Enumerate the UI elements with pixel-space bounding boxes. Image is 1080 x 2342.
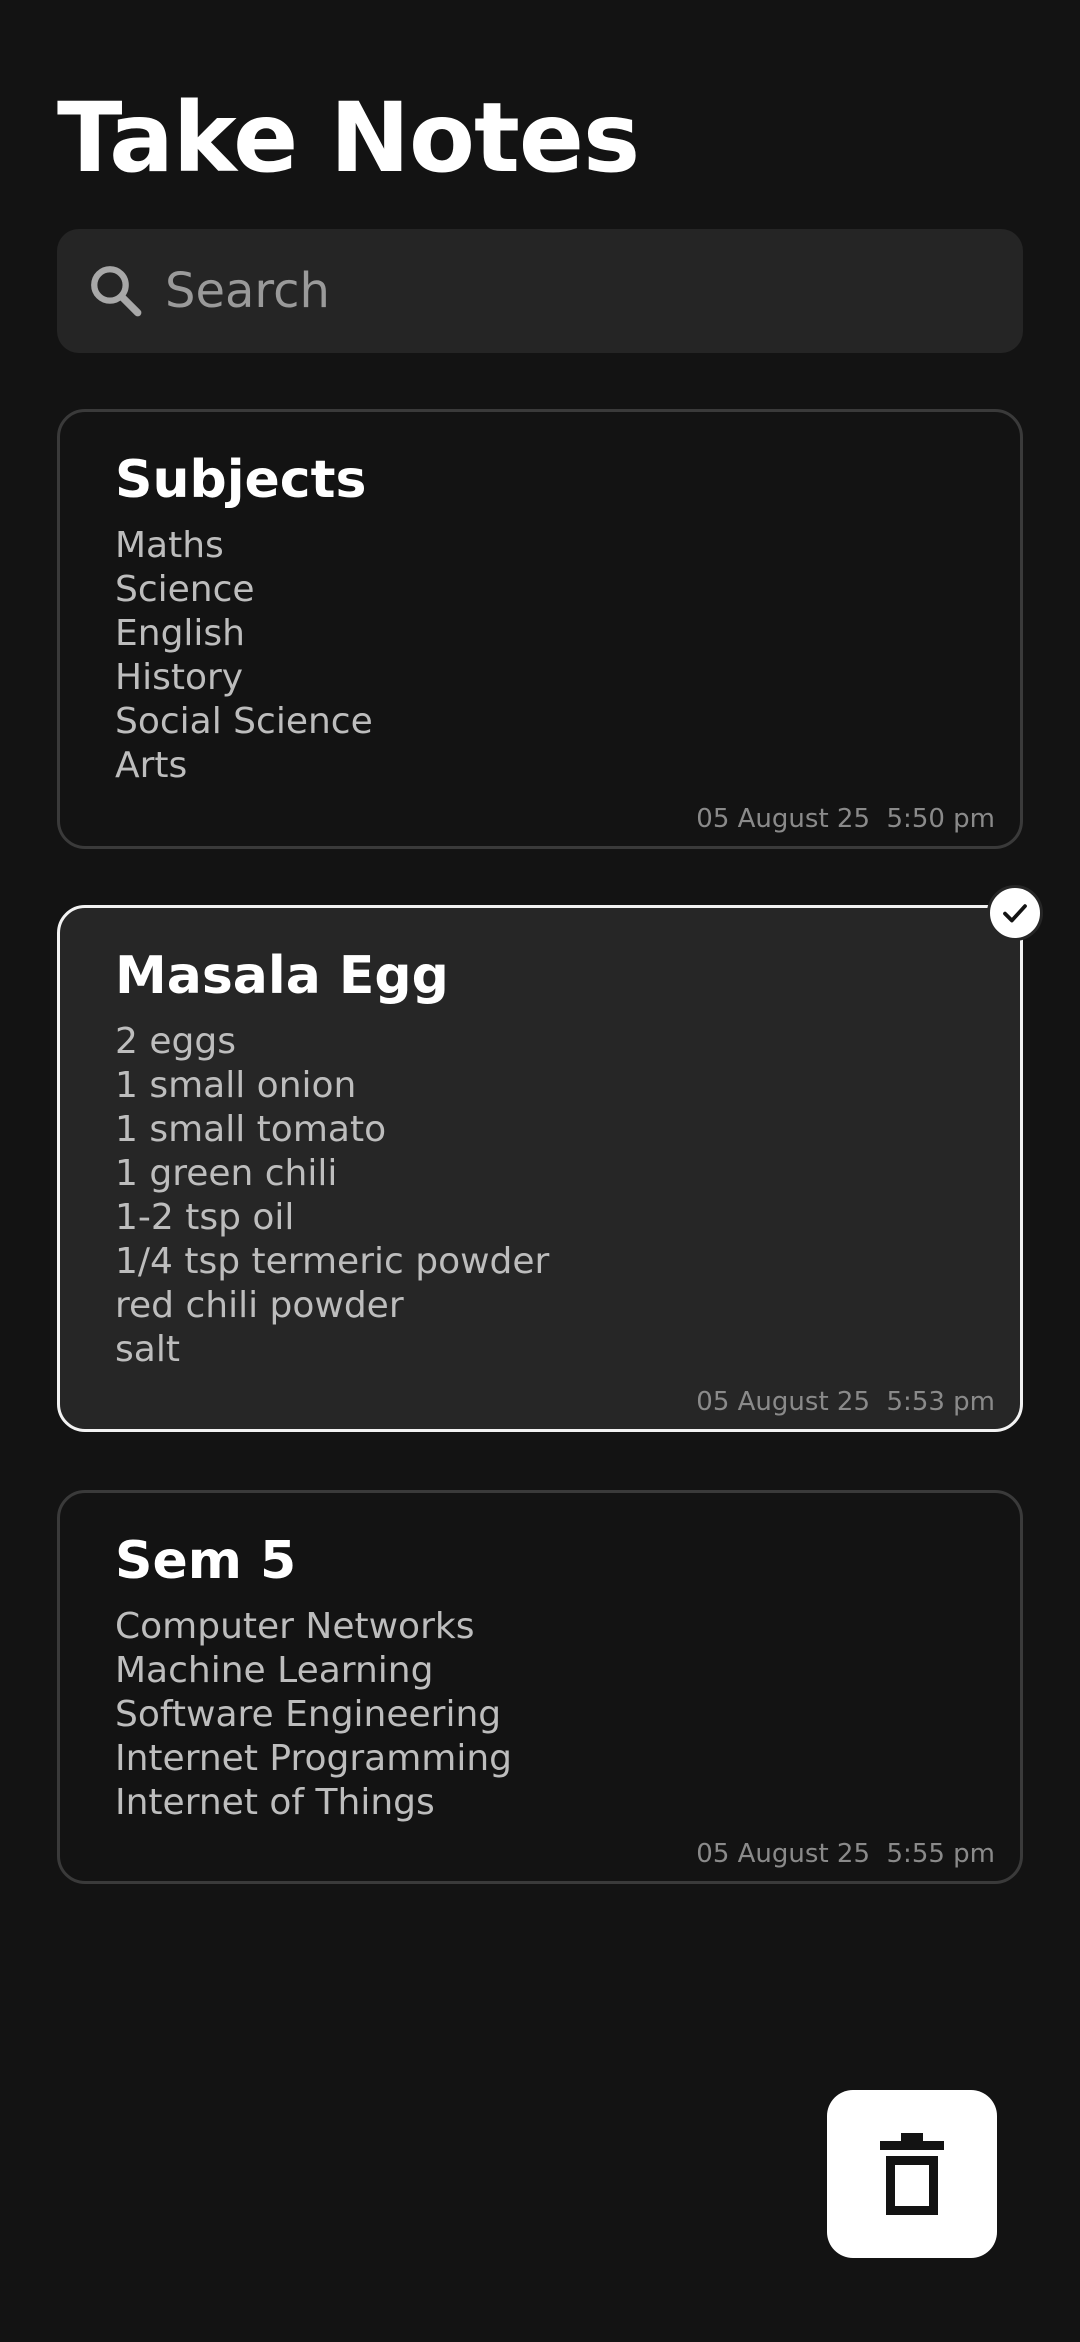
- note-line: 1/4 tsp termeric powder: [115, 1241, 550, 1282]
- note-title: Masala Egg: [115, 946, 449, 1006]
- note-line: Internet Programming: [115, 1738, 513, 1779]
- note-line: English: [115, 613, 245, 654]
- note-time: 5:55 pm: [886, 1839, 995, 1869]
- note-card-sem-5[interactable]: Sem 5 Computer Networks Machine Learning…: [57, 1490, 1023, 1884]
- search-bar[interactable]: [57, 229, 1023, 353]
- note-line: Social Science: [115, 701, 373, 742]
- note-line: Science: [115, 569, 255, 610]
- note-line: History: [115, 657, 244, 698]
- note-line: Machine Learning: [115, 1650, 434, 1691]
- note-time: 5:53 pm: [886, 1387, 995, 1417]
- notes-app: Take Notes Subjects Maths Science Englis…: [0, 0, 1080, 2342]
- page-title: Take Notes: [57, 82, 640, 194]
- note-title: Sem 5: [115, 1531, 297, 1591]
- note-timestamp: 05 August 25 5:53 pm: [696, 1385, 995, 1419]
- trash-icon: [880, 2133, 944, 2215]
- note-content: Computer Networks Machine Learning Softw…: [115, 1605, 512, 1825]
- note-time: 5:50 pm: [886, 804, 995, 834]
- delete-button[interactable]: [827, 2090, 997, 2258]
- note-line: Arts: [115, 745, 188, 786]
- checkmark-icon: [1003, 904, 1027, 923]
- search-input[interactable]: [165, 229, 995, 353]
- search-icon: [91, 266, 142, 317]
- note-date: 05 August 25: [696, 1839, 870, 1869]
- note-line: Computer Networks: [115, 1606, 475, 1647]
- note-line: 1 small tomato: [115, 1109, 387, 1150]
- note-timestamp: 05 August 25 5:55 pm: [696, 1837, 995, 1871]
- note-line: 1 small onion: [115, 1065, 357, 1106]
- note-card-masala-egg[interactable]: Masala Egg 2 eggs 1 small onion 1 small …: [57, 885, 1043, 1432]
- note-line: salt: [115, 1329, 180, 1370]
- note-line: red chili powder: [115, 1285, 404, 1326]
- note-line: Software Engineering: [115, 1694, 502, 1735]
- note-card-subjects[interactable]: Subjects Maths Science English History S…: [57, 409, 1023, 849]
- selected-badge[interactable]: [987, 885, 1043, 941]
- note-content: 2 eggs 1 small onion 1 small tomato 1 gr…: [115, 1020, 549, 1372]
- note-line: 1-2 tsp oil: [115, 1197, 295, 1238]
- note-line: Internet of Things: [115, 1782, 435, 1823]
- note-date: 05 August 25: [696, 804, 870, 834]
- note-timestamp: 05 August 25 5:50 pm: [696, 802, 995, 836]
- note-content: Maths Science English History Social Sci…: [115, 524, 373, 788]
- note-title: Subjects: [115, 450, 367, 510]
- note-date: 05 August 25: [696, 1387, 870, 1417]
- note-line: 2 eggs: [115, 1021, 236, 1062]
- note-line: 1 green chili: [115, 1153, 338, 1194]
- note-line: Maths: [115, 525, 224, 566]
